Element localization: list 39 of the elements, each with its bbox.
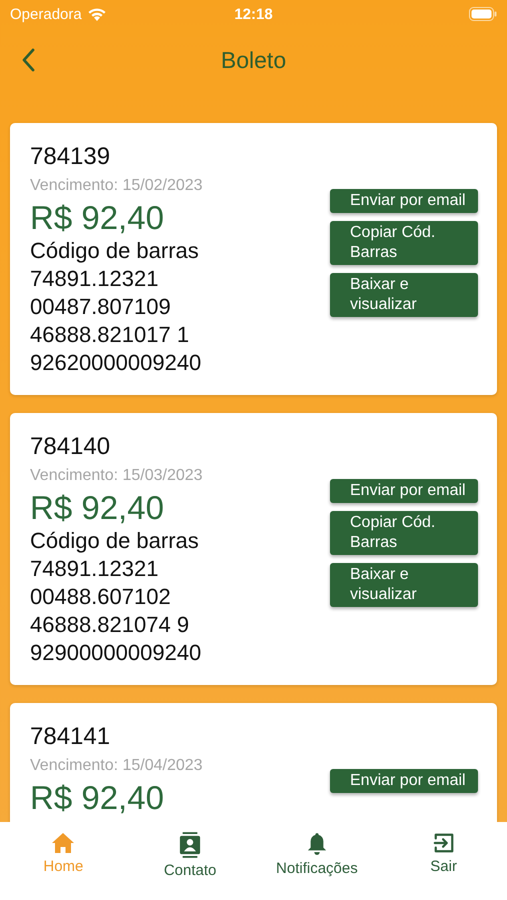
page-title: Boleto: [220, 47, 286, 74]
due-date: Vencimento: 15/04/2023: [30, 757, 203, 775]
barcode-number: 00487.807109: [30, 293, 172, 321]
due-date: Vencimento: 15/03/2023: [30, 467, 203, 485]
boleto-number: 784140: [30, 433, 112, 461]
tab-item[interactable]: Sair: [388, 832, 499, 875]
home-icon: [51, 832, 76, 854]
tab-item[interactable]: Contato: [135, 832, 246, 879]
action-button[interactable]: Copiar Cód. Barras: [330, 511, 478, 555]
barcode-number: 74891.12321: [30, 555, 160, 583]
battery-icon: [469, 7, 497, 21]
action-button[interactable]: Enviar por email: [330, 479, 478, 503]
action-button[interactable]: Copiar Cód. Barras: [330, 221, 478, 265]
barcode-number: 92620000009240: [30, 349, 202, 377]
back-icon[interactable]: [21, 48, 35, 72]
boleto-amount: R$ 92,40: [30, 779, 165, 817]
status-time: 12:18: [234, 6, 273, 22]
exit-icon: [432, 832, 455, 854]
action-button[interactable]: Baixar e visualizar: [330, 273, 478, 317]
action-button[interactable]: Baixar e visualizar: [330, 563, 478, 607]
due-date: Vencimento: 15/02/2023: [30, 177, 203, 195]
boleto-number: 784139: [30, 143, 112, 171]
carrier-name: Operadora: [10, 6, 82, 22]
barcode-label: Código de barras: [30, 237, 200, 265]
boleto-amount: R$ 92,40: [30, 199, 165, 237]
barcode-number: 46888.821074 9: [30, 611, 190, 639]
contact-card-icon: [179, 832, 202, 858]
barcode-number: 92900000009240: [30, 639, 202, 667]
action-button[interactable]: Enviar por email: [330, 189, 478, 213]
bell-icon: [306, 832, 327, 856]
boleto-amount: R$ 92,40: [30, 489, 165, 527]
tab-item[interactable]: Notificações: [262, 832, 372, 877]
action-button[interactable]: Enviar por email: [330, 769, 478, 793]
barcode-label: Código de barras: [30, 527, 200, 555]
barcode-number: 00488.607102: [30, 583, 172, 611]
wifi-icon: [86, 6, 107, 22]
barcode-number: 46888.821017 1: [30, 321, 190, 349]
boleto-number: 784141: [30, 723, 112, 751]
barcode-number: 74891.12321: [30, 265, 160, 293]
